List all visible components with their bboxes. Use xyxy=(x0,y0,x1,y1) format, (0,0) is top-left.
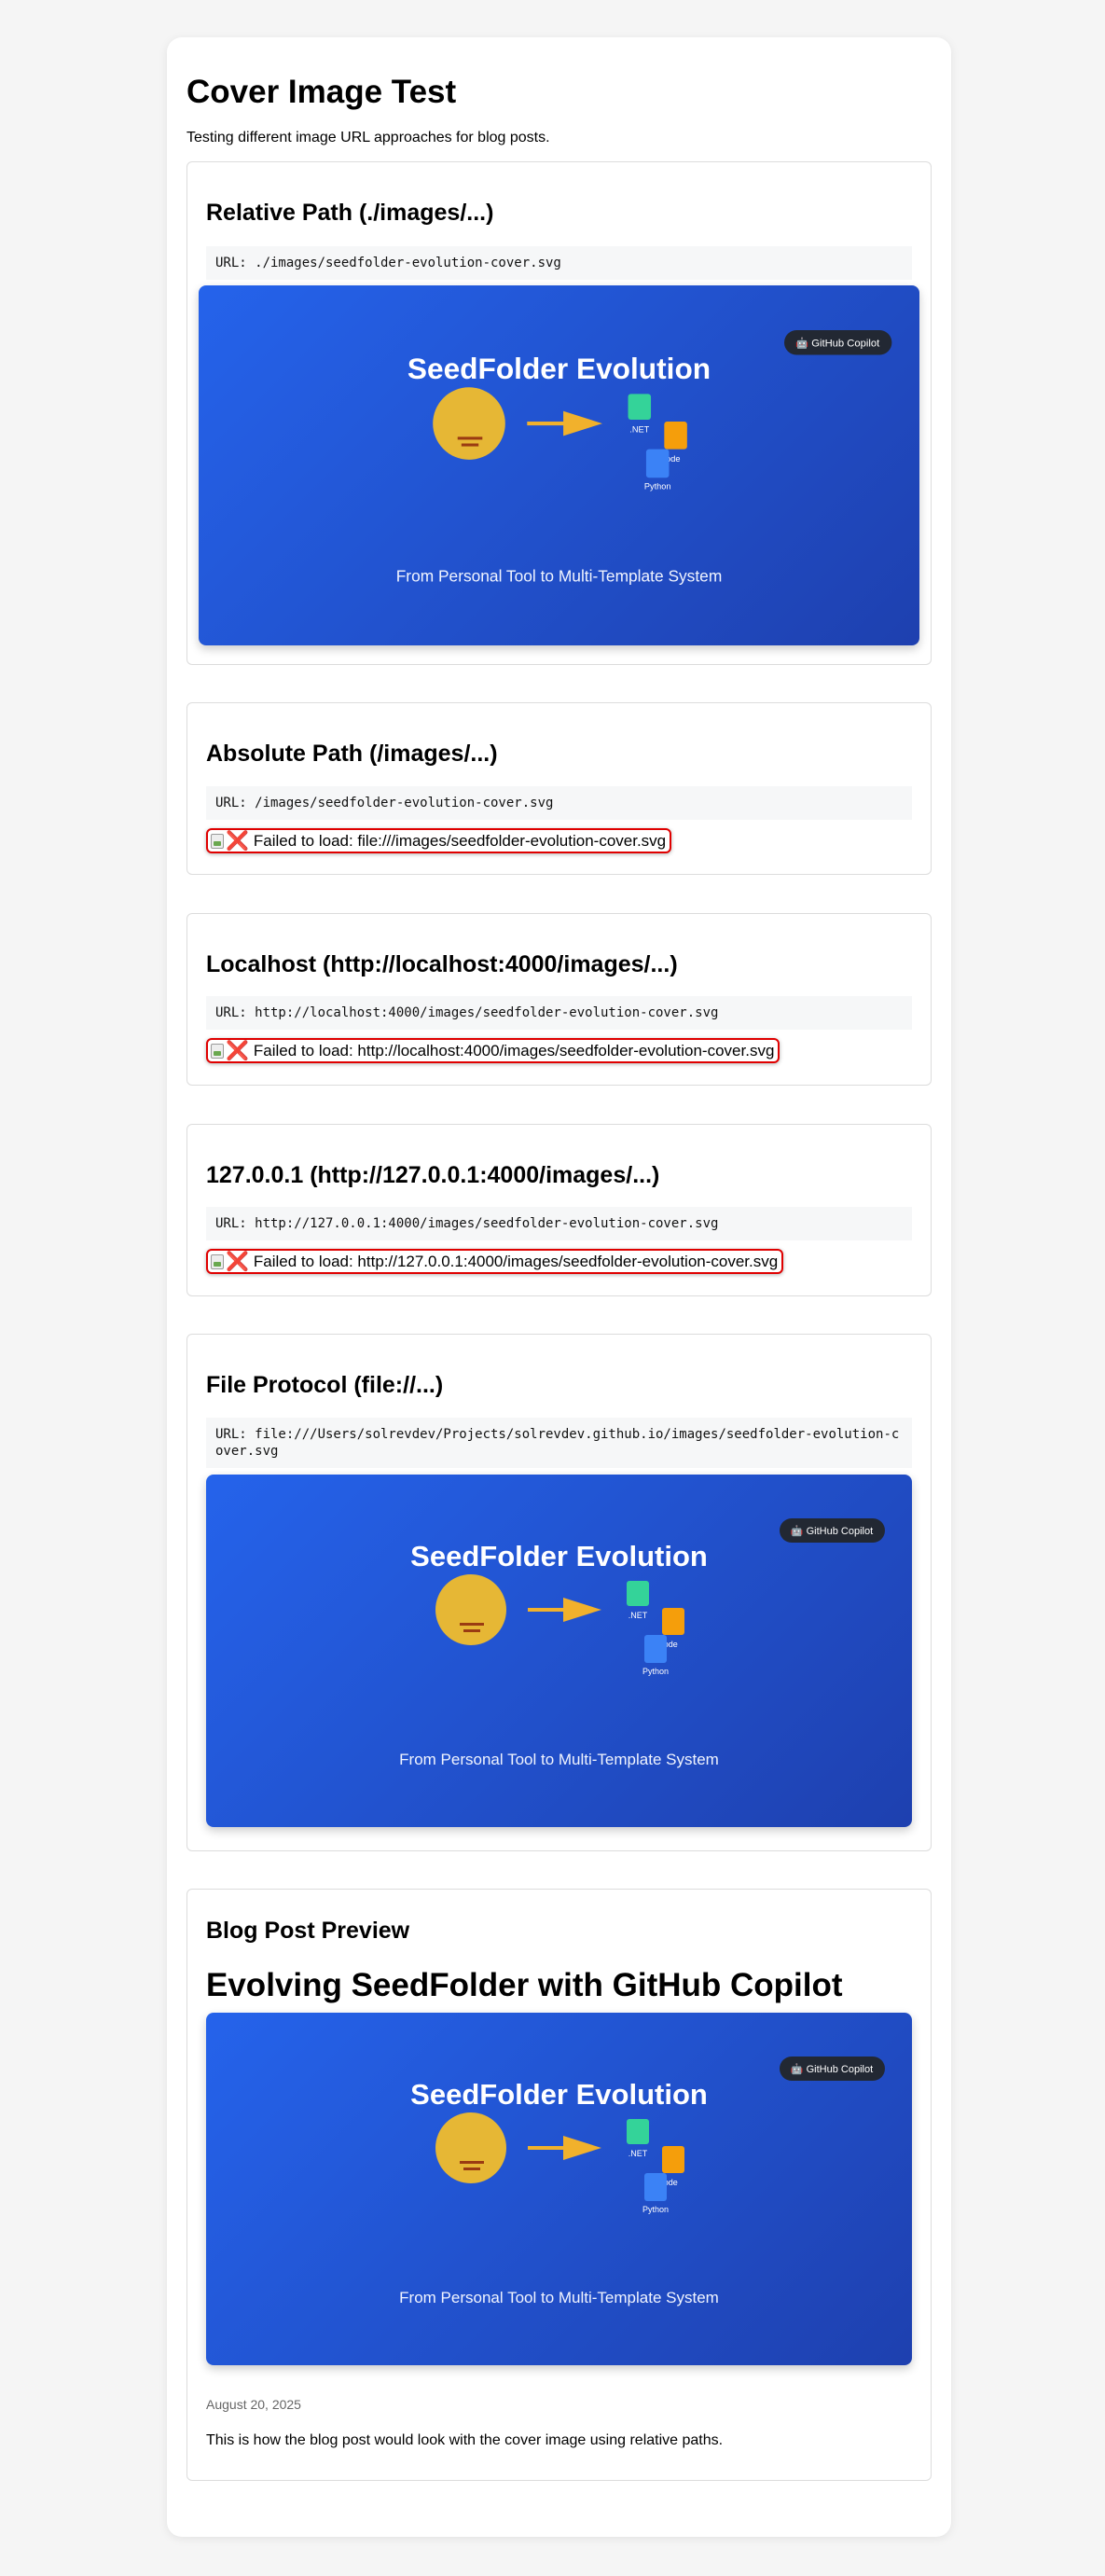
sun-icon xyxy=(435,1574,506,1645)
cover-heading: SeedFolder Evolution xyxy=(407,352,711,385)
cover-art: 🤖 GitHub Copilot SeedFolder Evolution .N… xyxy=(399,1518,885,1768)
url-display: URL: http://localhost:4000/images/seedfo… xyxy=(206,996,912,1030)
python-icon: Python xyxy=(644,449,671,492)
section-heading: Localhost (http://localhost:4000/images/… xyxy=(206,951,678,977)
test-section-loopback: 127.0.0.1 (http://127.0.0.1:4000/images/… xyxy=(186,1124,932,1296)
broken-image: ❌ Failed to load: http://127.0.0.1:4000/… xyxy=(206,1249,784,1274)
svg-text:.NET: .NET xyxy=(628,2149,648,2158)
python-icon: Python xyxy=(642,2173,669,2214)
url-display: URL: file:///Users/solrevdev/Projects/so… xyxy=(206,1418,912,1468)
section-heading: 127.0.0.1 (http://127.0.0.1:4000/images/… xyxy=(206,1162,660,1188)
copilot-badge: 🤖 GitHub Copilot xyxy=(780,1518,885,1543)
broken-image-icon xyxy=(211,1043,224,1059)
arrow-icon xyxy=(527,410,602,436)
svg-text:.NET: .NET xyxy=(629,424,649,434)
cover-image: 🤖 GitHub Copilot SeedFolder Evolution .N… xyxy=(206,1475,912,1827)
dotnet-icon: .NET xyxy=(627,1581,649,1620)
cover-art: 🤖 GitHub Copilot SeedFolder Evolution .N… xyxy=(396,329,892,586)
page-title: Cover Image Test xyxy=(186,74,457,110)
cover-heading: SeedFolder Evolution xyxy=(410,2078,708,2111)
svg-text:Python: Python xyxy=(644,482,671,492)
error-x-icon: ❌ xyxy=(226,1040,249,1061)
post-date: August 20, 2025 xyxy=(206,2397,301,2412)
broken-image-icon xyxy=(211,833,224,849)
url-display: URL: ./images/seedfolder-evolution-cover… xyxy=(206,246,912,280)
copilot-badge: 🤖 GitHub Copilot xyxy=(780,2057,885,2081)
section-heading: Relative Path (./images/...) xyxy=(206,200,494,226)
sun-icon xyxy=(433,387,505,460)
error-x-icon: ❌ xyxy=(226,1251,249,1272)
svg-text:Python: Python xyxy=(642,1667,669,1676)
dotnet-icon: .NET xyxy=(628,394,652,434)
test-section-absolute: Absolute Path (/images/...) URL: /images… xyxy=(186,702,932,875)
preview-label: Blog Post Preview xyxy=(206,1918,410,1944)
error-x-icon: ❌ xyxy=(226,830,249,852)
broken-image-icon xyxy=(211,1253,224,1269)
test-section-file: File Protocol (file://...) URL: file:///… xyxy=(186,1334,932,1851)
broken-image: ❌ Failed to load: file:///images/seedfol… xyxy=(206,828,672,853)
post-title: Evolving SeedFolder with GitHub Copilot xyxy=(206,1967,843,2003)
arrow-icon xyxy=(528,1598,601,1622)
python-icon: Python xyxy=(642,1635,669,1676)
blog-preview-section: Blog Post Preview Evolving SeedFolder wi… xyxy=(186,1889,932,2481)
url-display: URL: /images/seedfolder-evolution-cover.… xyxy=(206,786,912,820)
test-section-localhost: Localhost (http://localhost:4000/images/… xyxy=(186,913,932,1086)
cover-tagline: From Personal Tool to Multi-Template Sys… xyxy=(396,567,723,586)
section-heading: File Protocol (file://...) xyxy=(206,1372,444,1398)
sun-icon xyxy=(435,2112,506,2183)
svg-text:🤖 GitHub Copilot: 🤖 GitHub Copilot xyxy=(791,1525,873,1537)
section-heading: Absolute Path (/images/...) xyxy=(206,741,498,767)
cover-heading: SeedFolder Evolution xyxy=(410,1540,708,1572)
svg-text:.NET: .NET xyxy=(628,1611,648,1620)
error-text: Failed to load: http://localhost:4000/im… xyxy=(253,1041,775,1059)
error-text: Failed to load: file:///images/seedfolde… xyxy=(253,831,667,850)
copilot-badge: 🤖 GitHub Copilot xyxy=(783,329,892,355)
cover-tagline: From Personal Tool to Multi-Template Sys… xyxy=(399,1751,719,1768)
post-body: This is how the blog post would look wit… xyxy=(206,2432,724,2448)
arrow-icon xyxy=(528,2136,601,2160)
cover-image: 🤖 GitHub Copilot SeedFolder Evolution .N… xyxy=(199,285,919,645)
url-display: URL: http://127.0.0.1:4000/images/seedfo… xyxy=(206,1207,912,1240)
page-intro: Testing different image URL approaches f… xyxy=(186,130,550,145)
broken-image: ❌ Failed to load: http://localhost:4000/… xyxy=(206,1038,780,1063)
cover-tagline: From Personal Tool to Multi-Template Sys… xyxy=(399,2289,719,2306)
cover-art: 🤖 GitHub Copilot SeedFolder Evolution .N… xyxy=(399,2057,885,2306)
test-section-relative: Relative Path (./images/...) URL: ./imag… xyxy=(186,161,932,665)
svg-text:🤖 GitHub Copilot: 🤖 GitHub Copilot xyxy=(791,2063,873,2075)
error-text: Failed to load: http://127.0.0.1:4000/im… xyxy=(253,1252,779,1270)
cover-image: 🤖 GitHub Copilot SeedFolder Evolution .N… xyxy=(206,2013,912,2365)
dotnet-icon: .NET xyxy=(627,2119,649,2158)
svg-text:🤖 GitHub Copilot: 🤖 GitHub Copilot xyxy=(795,336,880,349)
svg-text:Python: Python xyxy=(642,2205,669,2214)
